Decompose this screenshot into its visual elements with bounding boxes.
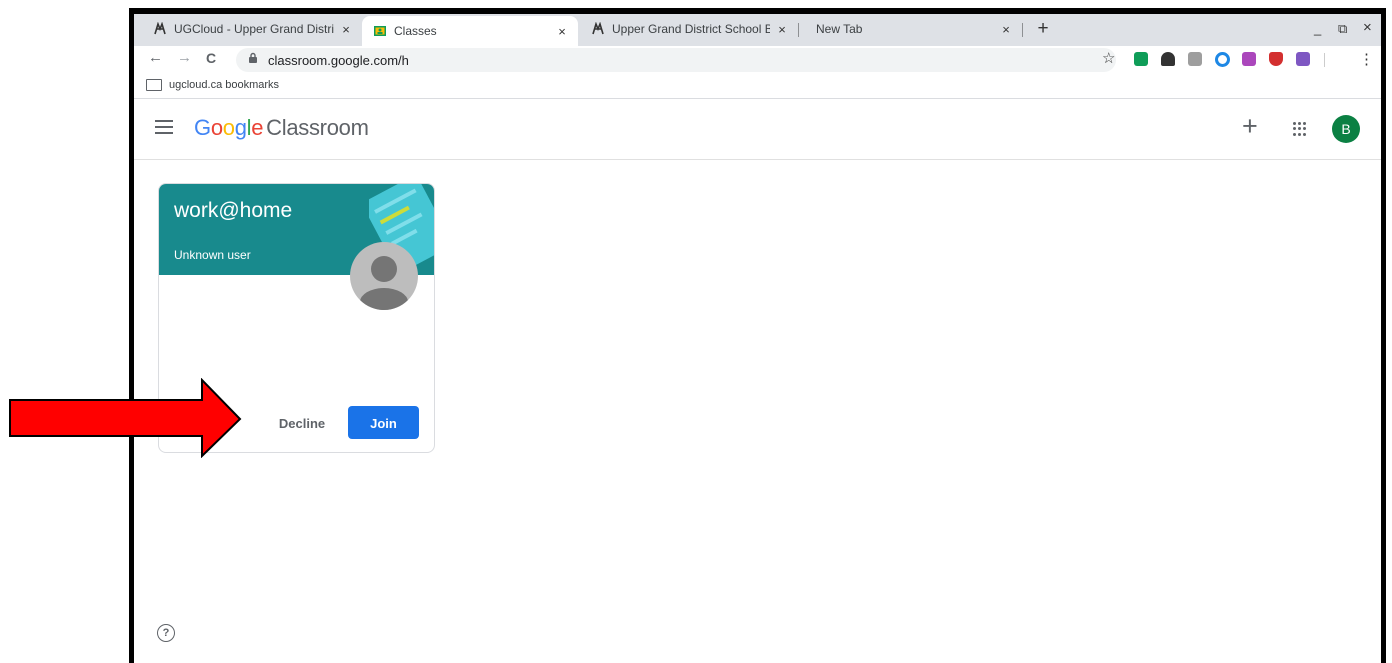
browser-window: UGCloud - Upper Grand District S × Class… (129, 8, 1386, 663)
restore-button[interactable]: ⧉ (1338, 21, 1347, 37)
google-apps-icon[interactable] (1293, 122, 1307, 136)
url-text: classroom.google.com/h (268, 52, 409, 68)
back-button[interactable]: ← (148, 49, 163, 66)
folder-icon (146, 79, 162, 91)
puzzle-extension-icon[interactable] (1242, 52, 1256, 66)
tab-title: New Tab (816, 22, 863, 36)
close-tab-icon[interactable]: × (554, 24, 570, 39)
reload-button[interactable]: C (206, 50, 216, 66)
minimize-button[interactable]: _ (1314, 21, 1321, 36)
new-tab-button[interactable]: + (1032, 19, 1054, 41)
toolbar-separator (1324, 53, 1325, 67)
forward-button[interactable]: → (177, 49, 192, 66)
browser-menu-icon[interactable]: ⋮ (1359, 50, 1374, 68)
tab-classes[interactable]: Classes × (362, 16, 578, 46)
tab-new-tab[interactable]: New Tab × (804, 14, 1022, 44)
decline-button[interactable]: Decline (267, 407, 337, 439)
tab-title: Classes (394, 24, 437, 38)
bookmarks-bar: ugcloud.ca bookmarks (134, 74, 1381, 99)
lock-icon (248, 51, 260, 69)
join-button[interactable]: Join (348, 406, 419, 439)
shield-extension-icon[interactable] (1269, 52, 1283, 66)
compass-extension-icon[interactable] (1215, 52, 1230, 67)
hamburger-menu-icon[interactable] (155, 120, 173, 134)
ugdsb-logo-icon (152, 21, 168, 37)
class-name[interactable]: work@home (174, 199, 292, 223)
tab-separator (1022, 23, 1023, 37)
google-classroom-logo[interactable]: Go o g l e Classroom (194, 115, 369, 141)
classroom-icon (372, 23, 388, 39)
purple-extension-icon[interactable] (1296, 52, 1310, 66)
teacher-avatar-icon (350, 242, 418, 310)
tab-separator (798, 23, 799, 37)
user-extension-icon[interactable] (1161, 52, 1175, 66)
account-avatar[interactable]: B (1332, 115, 1360, 143)
tab-title: Upper Grand District School Boa (612, 22, 770, 36)
classroom-header: Go o g l e Classroom + B (134, 99, 1381, 160)
tab-ugcloud[interactable]: UGCloud - Upper Grand District S × (142, 14, 362, 44)
create-join-class-button[interactable]: + (1242, 111, 1258, 142)
close-tab-icon[interactable]: × (998, 22, 1014, 37)
browser-toolbar: ← → C classroom.google.com/h ☆ ⋮ (134, 46, 1381, 74)
close-window-button[interactable]: × (1363, 19, 1372, 36)
close-tab-icon[interactable]: × (338, 22, 354, 37)
tab-ugdsb[interactable]: Upper Grand District School Boa × (580, 14, 798, 44)
classroom-extension-icon[interactable] (1134, 52, 1148, 66)
bookmark-label: ugcloud.ca bookmarks (169, 79, 280, 91)
red-arrow-annotation (9, 378, 242, 458)
class-teacher[interactable]: Unknown user (174, 248, 251, 262)
tab-strip: UGCloud - Upper Grand District S × Class… (134, 14, 1381, 46)
bookmark-folder-ugcloud[interactable]: ugcloud.ca bookmarks (146, 79, 279, 91)
help-icon[interactable]: ? (157, 624, 175, 642)
address-bar[interactable]: classroom.google.com/h (236, 48, 1116, 72)
ugdsb-logo-icon (590, 21, 606, 37)
browser-viewport: UGCloud - Upper Grand District S × Class… (134, 14, 1381, 663)
tab-title: UGCloud - Upper Grand District S (174, 22, 334, 36)
close-tab-icon[interactable]: × (774, 22, 790, 37)
bookmark-star-icon[interactable]: ☆ (1102, 49, 1115, 67)
document-extension-icon[interactable] (1188, 52, 1202, 66)
